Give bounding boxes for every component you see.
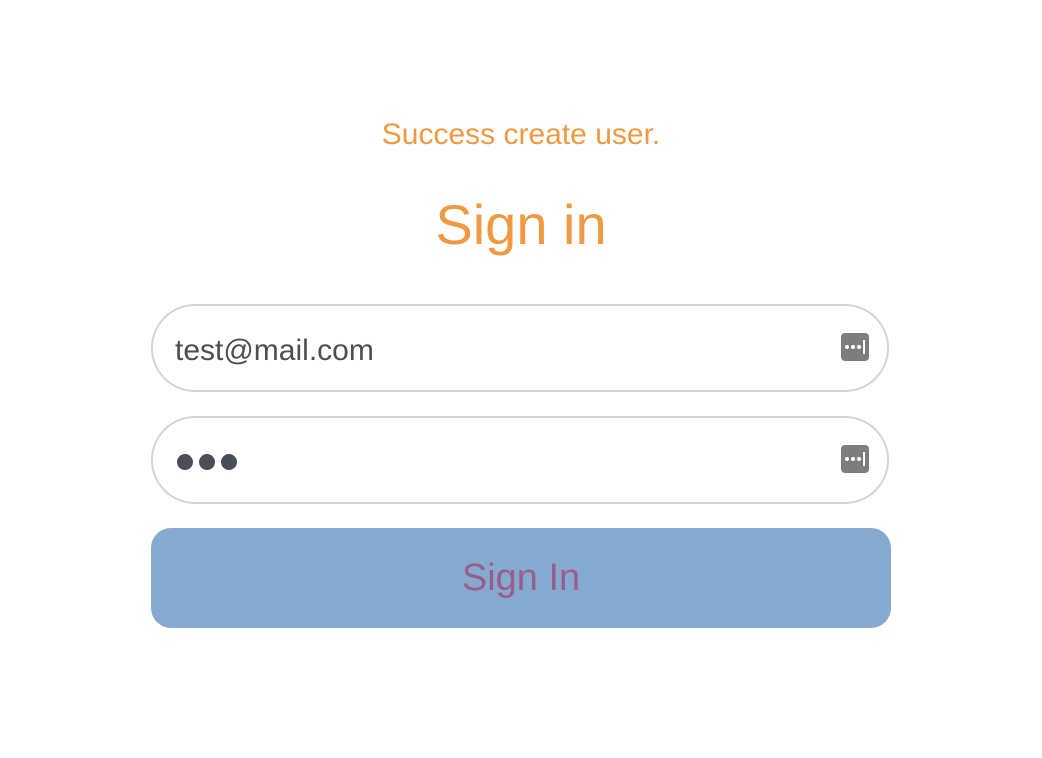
sign-in-page: Success create user. Sign in test@mail.c… <box>0 0 1042 758</box>
password-field[interactable] <box>151 416 889 504</box>
password-manager-key-icon[interactable] <box>841 333 869 361</box>
password-dot <box>199 454 215 470</box>
sign-in-button[interactable]: Sign In <box>151 528 891 628</box>
password-manager-key-icon[interactable] <box>841 445 869 473</box>
password-dot <box>177 454 193 470</box>
password-dot <box>221 454 237 470</box>
success-message: Success create user. <box>381 118 661 151</box>
email-field[interactable]: test@mail.com <box>151 304 889 392</box>
password-mask[interactable] <box>177 454 237 470</box>
page-title: Sign in <box>435 193 607 256</box>
email-value[interactable]: test@mail.com <box>175 306 374 390</box>
